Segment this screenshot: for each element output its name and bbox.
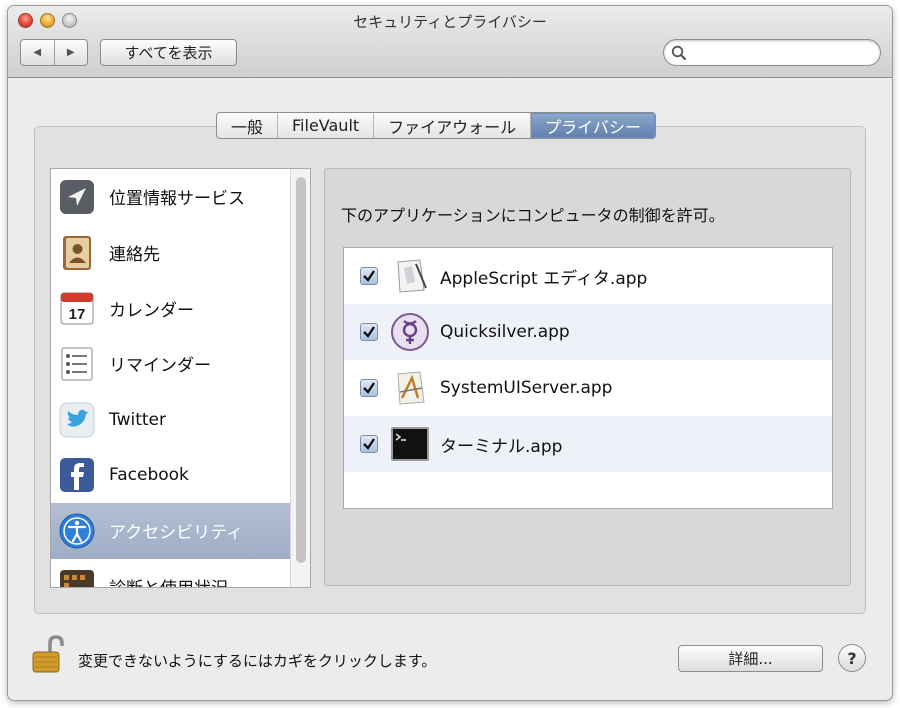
accessibility-icon xyxy=(59,513,95,549)
app-checkbox[interactable] xyxy=(360,379,378,397)
app-list: AppleScript エディタ.app Quicksilver.app Sys… xyxy=(343,247,833,509)
calendar-day: 17 xyxy=(69,306,86,323)
category-label: リマインダー xyxy=(109,356,211,377)
list-item-terminal[interactable]: ターミナル.app xyxy=(344,416,832,472)
app-label: AppleScript エディタ.app xyxy=(440,268,648,289)
checkmark-icon xyxy=(363,382,375,394)
facebook-icon xyxy=(60,458,94,493)
tab-general[interactable]: 一般 xyxy=(217,113,279,138)
window-title: セキュリティとプライバシー xyxy=(353,13,547,31)
location-icon xyxy=(60,179,94,214)
checkmark-icon xyxy=(363,270,375,282)
forward-arrow-icon: ▶ xyxy=(66,47,75,58)
systemuiserver-icon xyxy=(397,371,425,405)
reminders-icon xyxy=(61,347,93,381)
lock-icon[interactable] xyxy=(30,634,66,674)
details-button[interactable]: 詳細... xyxy=(678,645,823,672)
scrollbar-thumb[interactable] xyxy=(296,177,306,563)
terminal-icon xyxy=(391,427,429,461)
category-item-accessibility[interactable]: アクセシビリティ xyxy=(51,503,310,559)
category-label: 位置情報サービス xyxy=(109,189,245,210)
contacts-icon xyxy=(63,235,91,270)
footer: 変更できないようにするにはカギをクリックします。 詳細... ? xyxy=(8,620,892,700)
list-item-systemuiserver[interactable]: SystemUIServer.app xyxy=(344,360,832,416)
forward-button[interactable]: ▶ xyxy=(55,40,88,65)
search-field[interactable] xyxy=(663,39,881,66)
category-item-twitter[interactable]: Twitter xyxy=(51,392,310,448)
app-checkbox[interactable] xyxy=(360,323,378,341)
back-arrow-icon: ◀ xyxy=(33,47,42,58)
category-label: カレンダー xyxy=(109,300,194,321)
list-item-applescript-editor[interactable]: AppleScript エディタ.app xyxy=(344,248,832,304)
category-label: 連絡先 xyxy=(109,245,160,266)
twitter-icon xyxy=(59,402,95,438)
app-checkbox[interactable] xyxy=(360,267,378,285)
app-label: ターミナル.app xyxy=(440,436,563,457)
preferences-window: セキュリティとプライバシー ◀ ▶ すべてを表示 一般 FileVault ファ… xyxy=(8,6,892,700)
category-item-facebook[interactable]: Facebook xyxy=(51,447,310,503)
search-input[interactable] xyxy=(692,43,872,62)
category-item-reminders[interactable]: リマインダー xyxy=(51,336,310,392)
calendar-icon: 17 xyxy=(60,292,94,325)
checkmark-icon xyxy=(363,326,375,338)
privacy-category-list: 位置情報サービス 連絡先 17 カレンダー リマインダー Twitter Fac… xyxy=(50,168,311,588)
tab-firewall[interactable]: ファイアウォール xyxy=(374,113,532,138)
category-scrollbar[interactable] xyxy=(290,169,310,587)
accessibility-pane: 下のアプリケーションにコンピュータの制御を許可。 AppleScript エディ… xyxy=(324,168,851,586)
category-label: アクセシビリティ xyxy=(109,523,244,544)
category-item-contacts[interactable]: 連絡先 xyxy=(51,225,310,281)
quicksilver-icon xyxy=(391,313,429,351)
category-label: Facebook xyxy=(109,465,189,486)
diagnostics-icon xyxy=(60,569,94,587)
show-all-button[interactable]: すべてを表示 xyxy=(100,39,237,66)
checkmark-icon xyxy=(363,438,375,450)
category-item-location-services[interactable]: 位置情報サービス xyxy=(51,169,310,225)
category-item-calendar[interactable]: 17 カレンダー xyxy=(51,280,310,336)
back-forward-control: ◀ ▶ xyxy=(20,39,88,66)
app-label: SystemUIServer.app xyxy=(440,378,613,398)
tab-privacy[interactable]: プライバシー xyxy=(531,113,655,138)
title-bar: セキュリティとプライバシー ◀ ▶ すべてを表示 xyxy=(8,6,892,78)
category-label: 診断と使用状況 xyxy=(109,574,228,587)
list-item-quicksilver[interactable]: Quicksilver.app xyxy=(344,304,832,360)
app-label: Quicksilver.app xyxy=(440,322,570,342)
category-item-diagnostics[interactable]: 診断と使用状況 xyxy=(51,559,310,587)
search-icon xyxy=(671,45,687,61)
lock-message: 変更できないようにするにはカギをクリックします。 xyxy=(78,652,437,670)
help-button[interactable]: ? xyxy=(838,644,866,672)
app-checkbox[interactable] xyxy=(360,435,378,453)
tab-filevault[interactable]: FileVault xyxy=(278,113,375,138)
back-button[interactable]: ◀ xyxy=(21,40,55,65)
applescript-editor-icon xyxy=(397,259,427,293)
tab-bar: 一般 FileVault ファイアウォール プライバシー xyxy=(216,112,656,139)
category-label: Twitter xyxy=(109,409,166,430)
instruction-text: 下のアプリケーションにコンピュータの制御を許可。 xyxy=(341,206,725,225)
